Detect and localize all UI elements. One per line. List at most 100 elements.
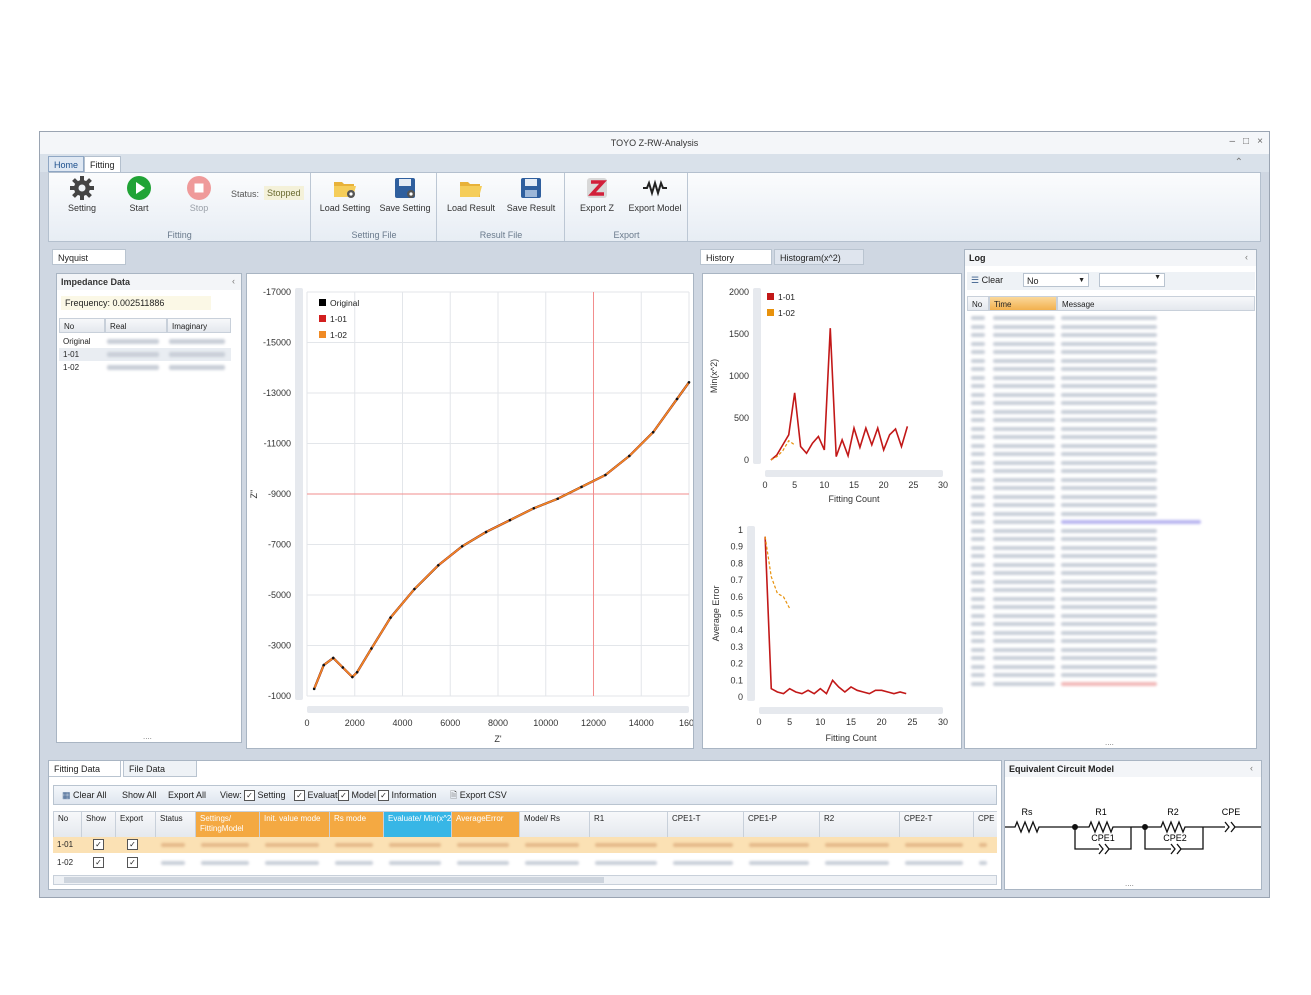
log-row[interactable] bbox=[967, 654, 1255, 662]
log-row[interactable] bbox=[967, 552, 1255, 560]
log-row[interactable] bbox=[967, 357, 1255, 365]
log-row[interactable] bbox=[967, 595, 1255, 603]
column-imaginary[interactable]: Imaginary bbox=[167, 318, 231, 333]
log-filter-select[interactable]: No ▼ bbox=[1023, 273, 1089, 287]
log-row[interactable] bbox=[967, 493, 1255, 501]
log-row[interactable] bbox=[967, 535, 1255, 543]
horizontal-scrollbar[interactable] bbox=[53, 875, 997, 885]
log-row[interactable] bbox=[967, 476, 1255, 484]
log-row[interactable] bbox=[967, 612, 1255, 620]
clear-all-button[interactable]: ▦ Clear All bbox=[62, 786, 107, 804]
scrollbar-thumb[interactable] bbox=[64, 877, 604, 883]
log-row[interactable] bbox=[967, 459, 1255, 467]
tab-file-data[interactable]: File Data bbox=[123, 761, 197, 777]
log-row[interactable] bbox=[967, 629, 1255, 637]
table-row[interactable]: 1-01 bbox=[59, 348, 231, 361]
log-row[interactable] bbox=[967, 340, 1255, 348]
log-row[interactable] bbox=[967, 442, 1255, 450]
log-row[interactable] bbox=[967, 569, 1255, 577]
view-model-checkbox[interactable]: ✓ Model bbox=[338, 786, 376, 804]
log-row[interactable] bbox=[967, 518, 1255, 526]
column-rs-mode[interactable]: Rs mode bbox=[329, 811, 389, 839]
log-level-select[interactable]: ▼ bbox=[1099, 273, 1165, 287]
export-csv-button[interactable]: 🗎 Export CSV bbox=[450, 786, 507, 804]
log-row[interactable] bbox=[967, 399, 1255, 407]
collapse-log-icon[interactable]: ‹ bbox=[1245, 252, 1248, 262]
log-row[interactable] bbox=[967, 620, 1255, 628]
table-row[interactable]: 1-02 bbox=[59, 361, 231, 374]
show-all-button[interactable]: Show All bbox=[122, 786, 157, 804]
log-row[interactable] bbox=[967, 561, 1255, 569]
export-checkbox[interactable]: ✓ bbox=[115, 837, 155, 853]
column-cpe2-t[interactable]: CPE2-T bbox=[899, 811, 979, 839]
tab-history[interactable]: History bbox=[700, 249, 772, 265]
save-setting-button[interactable]: Save Setting bbox=[376, 175, 434, 213]
log-row[interactable] bbox=[967, 433, 1255, 441]
column-averageerror[interactable]: AverageError bbox=[451, 811, 525, 839]
log-row[interactable] bbox=[967, 314, 1255, 322]
load-result-button[interactable]: Load Result bbox=[442, 175, 500, 213]
load-setting-button[interactable]: Load Setting bbox=[316, 175, 374, 213]
log-clear-button[interactable]: ☰ Clear bbox=[971, 275, 1003, 286]
tab-fitting[interactable]: Fitting bbox=[84, 156, 121, 172]
log-row[interactable] bbox=[967, 586, 1255, 594]
tab-home[interactable]: Home bbox=[48, 156, 85, 172]
nyquist-chart[interactable]: 0 2000 4000 6000 8000 10000 12000 14000 1600 -170… bbox=[247, 274, 693, 748]
log-row[interactable] bbox=[967, 578, 1255, 586]
export-checkbox[interactable]: ✓ bbox=[115, 855, 155, 871]
log-row[interactable] bbox=[967, 408, 1255, 416]
export-all-button[interactable]: Export All bbox=[168, 786, 206, 804]
start-button[interactable]: Start bbox=[119, 175, 159, 213]
log-row[interactable] bbox=[967, 416, 1255, 424]
close-icon[interactable]: × bbox=[1257, 136, 1263, 147]
show-checkbox[interactable]: ✓ bbox=[81, 855, 115, 871]
log-row[interactable] bbox=[967, 544, 1255, 552]
column-cpe1-t[interactable]: CPE1-T bbox=[667, 811, 749, 839]
log-row[interactable] bbox=[967, 501, 1255, 509]
tab-fitting-data[interactable]: Fitting Data bbox=[49, 761, 121, 777]
tab-histogram[interactable]: Histogram(x^2) bbox=[774, 249, 864, 265]
log-row[interactable] bbox=[967, 510, 1255, 518]
log-row[interactable] bbox=[967, 348, 1255, 356]
resize-grip[interactable]: .... bbox=[143, 732, 152, 741]
column-cpe[interactable]: CPE bbox=[973, 811, 997, 839]
save-result-button[interactable]: Save Result bbox=[502, 175, 560, 213]
maximize-icon[interactable]: □ bbox=[1243, 136, 1249, 147]
collapse-ribbon-icon[interactable]: ⌃ bbox=[1235, 157, 1243, 168]
column-settings-fittingmodel[interactable]: Settings/ FittingModel bbox=[195, 811, 265, 839]
minimize-icon[interactable]: – bbox=[1229, 136, 1235, 147]
log-row[interactable] bbox=[967, 680, 1255, 688]
view-evaluate-checkbox[interactable]: ✓ Evaluate bbox=[294, 786, 343, 804]
log-row[interactable] bbox=[967, 484, 1255, 492]
log-row[interactable] bbox=[967, 663, 1255, 671]
log-row[interactable] bbox=[967, 331, 1255, 339]
log-row[interactable] bbox=[967, 323, 1255, 331]
column-no[interactable]: No bbox=[59, 318, 105, 333]
export-model-button[interactable]: Export Model bbox=[626, 175, 684, 213]
column-cpe1-p[interactable]: CPE1-P bbox=[743, 811, 825, 839]
collapse-panel-icon[interactable]: ‹ bbox=[232, 276, 235, 286]
column-r1[interactable]: R1 bbox=[589, 811, 673, 839]
log-column-time[interactable]: Time bbox=[989, 296, 1057, 311]
log-row[interactable] bbox=[967, 603, 1255, 611]
setting-button[interactable]: Setting bbox=[57, 175, 107, 213]
stop-button[interactable]: Stop bbox=[179, 175, 219, 213]
log-row[interactable] bbox=[967, 374, 1255, 382]
log-row[interactable] bbox=[967, 450, 1255, 458]
resize-grip[interactable]: .... bbox=[1125, 879, 1134, 888]
log-row[interactable] bbox=[967, 467, 1255, 475]
log-row[interactable] bbox=[967, 365, 1255, 373]
log-row[interactable] bbox=[967, 637, 1255, 645]
log-list[interactable] bbox=[967, 314, 1255, 694]
tab-nyquist[interactable]: Nyquist bbox=[52, 249, 126, 265]
column-init-value-mode[interactable]: Init. value mode bbox=[259, 811, 335, 839]
table-row[interactable]: Original bbox=[59, 335, 231, 348]
average-error-chart[interactable]: 0 5 10 15 20 25 30 1 0.9 0.8 0.7 0.6 0.5 0.4 0.3 0.2 0.1… bbox=[703, 516, 961, 746]
collapse-circuit-icon[interactable]: ‹ bbox=[1250, 763, 1253, 773]
view-information-checkbox[interactable]: ✓ Information bbox=[378, 786, 437, 804]
log-column-message[interactable]: Message bbox=[1057, 296, 1255, 311]
table-row[interactable]: 1-02 ✓ ✓ bbox=[53, 855, 997, 871]
log-row[interactable] bbox=[967, 382, 1255, 390]
table-row[interactable]: 1-01 ✓ ✓ bbox=[53, 837, 997, 853]
column-evaluate-min-x-2[interactable]: Evaluate/ Min(x^2) bbox=[383, 811, 457, 839]
